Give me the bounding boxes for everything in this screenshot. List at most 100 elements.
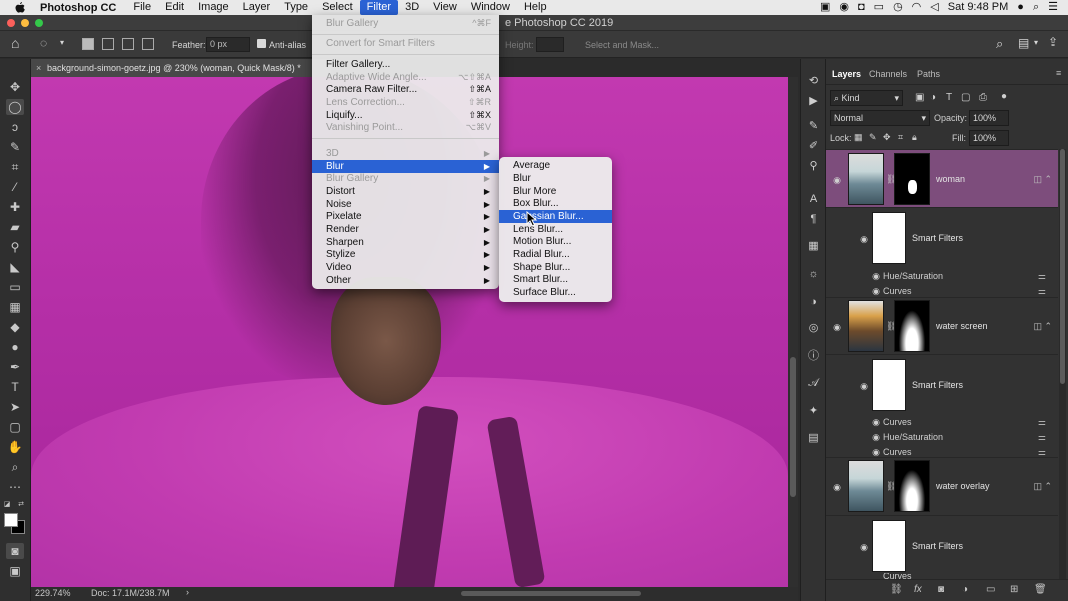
volume-icon[interactable]: ◁ — [930, 0, 938, 15]
layer-mask-thumbnail[interactable] — [894, 153, 930, 205]
paragraph-panel-icon[interactable]: ¶ — [806, 212, 821, 227]
close-window-button[interactable] — [7, 19, 15, 27]
layers-vertical-scrollbar[interactable] — [1059, 149, 1066, 584]
brush-settings-panel-icon[interactable]: ✎ — [806, 119, 821, 134]
menu-item-3d[interactable]: 3D ▶ — [312, 147, 499, 160]
menu-window[interactable]: Window — [464, 0, 517, 15]
eyedropper-tool-icon[interactable]: ⁄ — [6, 179, 24, 195]
add-mask-icon[interactable]: ◙ — [938, 584, 944, 595]
smart-filters-row[interactable]: ◉ Smart Filters — [826, 515, 1058, 575]
menu-view[interactable]: View — [426, 0, 464, 15]
intersect-selection-button[interactable] — [142, 38, 154, 50]
elliptical-marquee-preset-icon[interactable]: ◌ — [40, 36, 47, 50]
menu-item-stylize[interactable]: Stylize ▶ — [312, 248, 499, 261]
anti-alias-checkbox[interactable] — [257, 39, 266, 48]
smart-filter-indicator-icon[interactable]: ◫ ⌃ — [1033, 321, 1052, 332]
filter-blending-options-icon[interactable]: ⚌ — [1038, 417, 1046, 428]
filter-name[interactable]: Hue/Saturation — [883, 271, 943, 281]
lock-position-icon[interactable]: ✥ — [883, 132, 891, 143]
libraries-panel-icon[interactable]: ◎ — [806, 321, 821, 336]
timeline-panel-icon[interactable]: ▤ — [806, 431, 821, 446]
glyphs-panel-icon[interactable]: 𝒜 — [806, 376, 821, 391]
quick-selection-tool-icon[interactable]: ✎ — [6, 139, 24, 155]
zoom-tool-icon[interactable]: ⌕ — [6, 459, 24, 475]
visibility-eye-icon[interactable]: ◉ — [871, 417, 881, 427]
filter-smart-object-icon[interactable]: ⎙ — [979, 92, 987, 103]
visibility-eye-icon[interactable]: ◉ — [871, 286, 881, 296]
layer-name[interactable]: water screen — [936, 321, 988, 331]
smart-filters-row[interactable]: ◉ Smart Filters — [826, 207, 1058, 269]
menu-item-vanishing-point[interactable]: Vanishing Point... ⌥⌘V — [312, 121, 499, 134]
app-name-menu[interactable]: Photoshop CC — [40, 2, 116, 14]
submenu-item-gaussian-blur[interactable]: Gaussian Blur... — [499, 210, 612, 223]
menu-layer[interactable]: Layer — [236, 0, 278, 15]
lock-image-pixels-icon[interactable]: ✎ — [869, 132, 877, 143]
menu-item-blur-gallery-recent[interactable]: Blur Gallery ^⌘F — [312, 17, 499, 30]
brush-tool-icon[interactable]: ▰ — [6, 219, 24, 235]
visibility-eye-icon[interactable]: ◉ — [871, 447, 881, 457]
type-tool-icon[interactable]: T — [6, 379, 24, 395]
path-selection-tool-icon[interactable]: ➤ — [6, 399, 24, 415]
screen-mode-icon[interactable]: ▣ — [6, 563, 24, 579]
filter-pixel-layers-icon[interactable]: ▣ — [915, 92, 924, 103]
menu-file[interactable]: File — [126, 0, 158, 15]
history-brush-tool-icon[interactable]: ◣ — [6, 259, 24, 275]
default-colors-icon[interactable]: ◪ — [2, 497, 12, 513]
menu-filter[interactable]: Filter — [359, 0, 399, 15]
submenu-item-motion-blur[interactable]: Motion Blur... — [499, 235, 612, 248]
search-icon[interactable]: ⌕ — [996, 36, 1003, 52]
visibility-eye-icon[interactable]: ◉ — [832, 482, 842, 492]
tab-channels[interactable]: Channels — [869, 69, 907, 79]
layer-name[interactable]: water overlay — [936, 481, 990, 491]
filter-type-layers-icon[interactable]: T — [946, 92, 952, 103]
menu-item-pixelate[interactable]: Pixelate ▶ — [312, 210, 499, 223]
user-icon[interactable]: ● — [1017, 0, 1024, 15]
pen-tool-icon[interactable]: ✒ — [6, 359, 24, 375]
close-document-icon[interactable]: × — [36, 59, 41, 77]
add-to-selection-button[interactable] — [102, 38, 114, 50]
camera-icon[interactable]: ◘ — [858, 0, 865, 15]
gradient-tool-icon[interactable]: ▦ — [6, 299, 24, 315]
share-icon[interactable]: ⇪ — [1048, 35, 1058, 49]
submenu-item-box-blur[interactable]: Box Blur... — [499, 197, 612, 210]
creative-cloud-icon[interactable]: ◉ — [839, 0, 849, 15]
filter-kind-select[interactable]: ⌕ Kind ▾ — [830, 90, 903, 106]
elliptical-marquee-tool-icon[interactable]: ◯ — [6, 99, 24, 115]
tab-paths[interactable]: Paths — [917, 69, 940, 79]
new-group-icon[interactable]: ▭ — [986, 584, 995, 595]
filter-shape-layers-icon[interactable]: ▢ — [961, 92, 970, 103]
layer-mask-thumbnail[interactable] — [894, 300, 930, 352]
smart-filters-row[interactable]: ◉ Smart Filters — [826, 354, 1058, 415]
blend-mode-select[interactable]: Normal ▾ — [830, 110, 930, 126]
wifi-icon[interactable]: ◠ — [912, 0, 922, 15]
history-panel-icon[interactable]: ⟲ — [806, 74, 821, 89]
rectangle-tool-icon[interactable]: ▢ — [6, 419, 24, 435]
swap-colors-icon[interactable]: ⇄ — [16, 497, 26, 513]
apple-icon[interactable] — [12, 0, 28, 15]
filter-name[interactable]: Curves — [883, 286, 912, 296]
visibility-eye-icon[interactable]: ◉ — [871, 432, 881, 442]
smart-filter-indicator-icon[interactable]: ◫ ⌃ — [1033, 174, 1052, 185]
height-input[interactable] — [536, 37, 564, 52]
filter-name[interactable]: Curves — [883, 417, 912, 427]
menu-select[interactable]: Select — [315, 0, 360, 15]
clock-text[interactable]: Sat 9:48 PM — [948, 0, 1009, 15]
lock-transparent-pixels-icon[interactable]: ▦ — [854, 132, 863, 143]
notification-center-icon[interactable]: ☰ — [1048, 0, 1058, 15]
visibility-eye-icon[interactable]: ◉ — [832, 322, 842, 332]
filter-name[interactable]: Hue/Saturation — [883, 432, 943, 442]
learn-panel-icon[interactable]: ☼ — [806, 267, 821, 282]
menu-item-filter-gallery[interactable]: Filter Gallery... — [312, 58, 499, 71]
visibility-eye-icon[interactable]: ◉ — [832, 175, 842, 185]
opacity-input[interactable]: 100% — [969, 110, 1009, 126]
filter-blending-options-icon[interactable]: ⚌ — [1038, 432, 1046, 443]
clone-stamp-tool-icon[interactable]: ⚲ — [6, 239, 24, 255]
display-icon[interactable]: ▭ — [874, 0, 884, 15]
smart-filter-mask-thumbnail[interactable] — [872, 212, 906, 264]
layer-row-water-screen[interactable]: ◉ ⛓ water screen ◫ ⌃ — [826, 297, 1058, 355]
filter-toggle-icon[interactable]: ● — [1001, 91, 1007, 102]
smart-filter-indicator-icon[interactable]: ◫ ⌃ — [1033, 481, 1052, 492]
swatches-panel-icon[interactable]: ▦ — [806, 239, 821, 254]
visibility-eye-icon[interactable]: ◉ — [859, 542, 869, 552]
menu-item-distort[interactable]: Distort ▶ — [312, 185, 499, 198]
